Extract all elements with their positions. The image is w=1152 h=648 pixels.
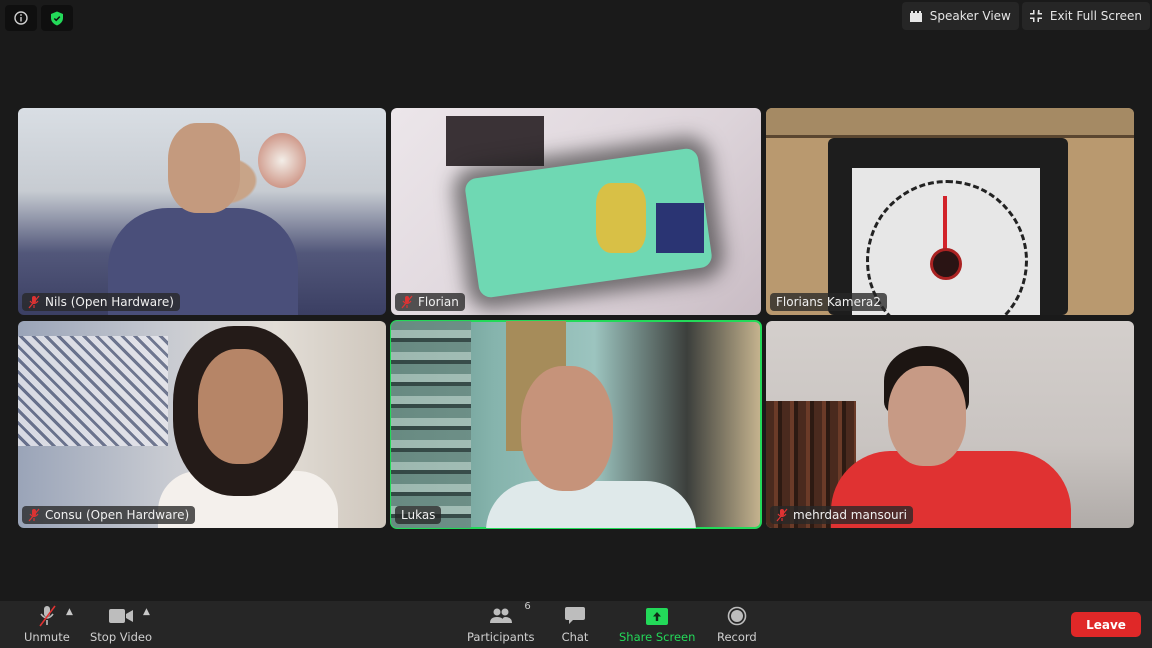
share-screen-button[interactable]: Share Screen (619, 605, 695, 644)
audio-options-caret[interactable]: ▲ (66, 607, 73, 617)
record-icon (727, 606, 747, 626)
exit-fullscreen-label: Exit Full Screen (1049, 9, 1142, 23)
participant-name-tag: Consu (Open Hardware) (22, 506, 196, 524)
share-screen-label: Share Screen (619, 630, 696, 644)
security-button[interactable] (41, 5, 73, 31)
unmute-button[interactable]: Unmute (24, 605, 70, 644)
participant-name: Florian (418, 295, 459, 309)
video-feed-wall (391, 321, 471, 528)
video-tile-mehrdad-mansouri[interactable]: mehrdad mansouri (766, 321, 1134, 528)
chat-button[interactable]: Chat (561, 605, 589, 644)
participant-name-tag: Lukas (395, 506, 442, 524)
video-feed-blue (656, 203, 704, 253)
view-controls: Speaker View Exit Full Screen (901, 2, 1150, 30)
participant-name: Florians Kamera2 (776, 295, 881, 309)
video-feed-timer-center (930, 248, 962, 280)
record-button[interactable]: Record (717, 605, 757, 644)
participants-count: 6 (524, 601, 531, 612)
participants-label: Participants (467, 630, 535, 644)
video-feed-thumb (596, 183, 646, 253)
record-label: Record (717, 630, 757, 644)
stop-video-label: Stop Video (90, 630, 153, 644)
speaker-view-button[interactable]: Speaker View (901, 2, 1019, 30)
muted-mic-icon (28, 295, 40, 309)
exit-fullscreen-icon (1029, 10, 1042, 22)
video-feed-face (198, 349, 283, 464)
chat-label: Chat (561, 630, 589, 644)
video-feed-face (888, 366, 966, 466)
unmute-label: Unmute (24, 630, 70, 644)
leave-button[interactable]: Leave (1071, 612, 1141, 637)
video-camera-icon (109, 609, 134, 623)
video-tile-consu[interactable]: Consu (Open Hardware) (18, 321, 386, 528)
video-feed-face (168, 123, 240, 213)
video-tile-nils[interactable]: Nils (Open Hardware) (18, 108, 386, 315)
video-feed-lamp (258, 133, 306, 188)
participant-name: mehrdad mansouri (793, 508, 907, 522)
video-feed-body (486, 481, 696, 528)
meeting-info-bar (5, 5, 73, 31)
participant-name: Nils (Open Hardware) (45, 295, 174, 309)
video-tile-florian[interactable]: Florian (391, 108, 761, 315)
video-feed-box-top (766, 108, 1134, 138)
participant-name-tag: Nils (Open Hardware) (22, 293, 180, 311)
participant-name-tag: mehrdad mansouri (770, 506, 913, 524)
participants-icon (489, 608, 512, 623)
video-feed-face (521, 366, 613, 491)
speaker-view-label: Speaker View (929, 9, 1011, 23)
participant-name: Lukas (401, 508, 436, 522)
video-feed-dark-rect (446, 116, 544, 166)
participant-name-tag: Florian (395, 293, 465, 311)
video-options-caret[interactable]: ▲ (143, 607, 150, 617)
speaker-view-icon (909, 10, 922, 22)
participant-name-tag: Florians Kamera2 (770, 293, 887, 311)
muted-mic-icon (401, 295, 413, 309)
participant-name: Consu (Open Hardware) (45, 508, 190, 522)
shield-check-icon (51, 11, 63, 25)
share-screen-icon (646, 607, 669, 625)
info-icon (14, 11, 28, 25)
video-feed-pillows (18, 336, 168, 446)
muted-mic-icon (28, 508, 40, 522)
meeting-info-button[interactable] (5, 5, 37, 31)
meeting-toolbar: Unmute ▲ Stop Video ▲ 6 Participants Cha… (0, 601, 1152, 648)
chat-icon (565, 607, 585, 624)
muted-mic-icon (39, 605, 56, 627)
gallery-grid: Nils (Open Hardware) Florian Florians Ka… (18, 108, 1134, 529)
muted-mic-icon (776, 508, 788, 522)
video-tile-florians-kamera2[interactable]: Florians Kamera2 (766, 108, 1134, 315)
participants-button[interactable]: 6 Participants (467, 601, 535, 644)
video-tile-lukas[interactable]: Lukas (390, 320, 762, 529)
exit-fullscreen-button[interactable]: Exit Full Screen (1021, 2, 1150, 30)
